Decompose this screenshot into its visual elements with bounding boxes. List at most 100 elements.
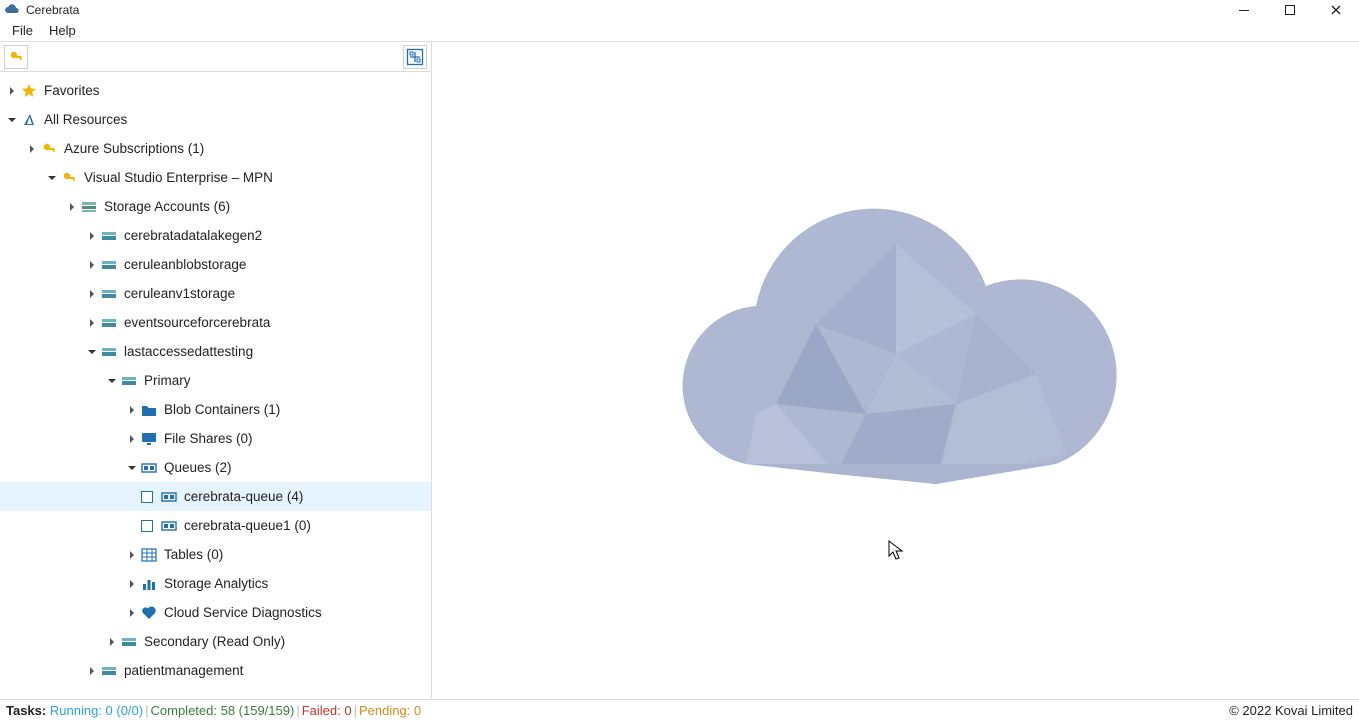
tree-label: Queues (2) bbox=[164, 460, 232, 475]
bar-chart-icon bbox=[140, 575, 158, 593]
caret-down-icon bbox=[86, 348, 98, 356]
caret-right-icon bbox=[6, 87, 18, 95]
maximize-button[interactable] bbox=[1267, 0, 1313, 20]
status-running: Running: 0 (0/0) bbox=[50, 703, 143, 718]
tree: Favorites All Resources Azure Subscripti… bbox=[0, 72, 431, 699]
storage-account-icon bbox=[120, 633, 138, 651]
tree-label: ceruleanv1storage bbox=[124, 286, 235, 301]
tree-item-file-shares[interactable]: File Shares (0) bbox=[0, 424, 431, 453]
caret-down-icon bbox=[106, 377, 118, 385]
checkbox-icon[interactable] bbox=[140, 519, 154, 533]
tree-label: Secondary (Read Only) bbox=[144, 634, 285, 649]
tree-item-cloud-diagnostics[interactable]: Cloud Service Diagnostics bbox=[0, 598, 431, 627]
queue-item-icon bbox=[160, 488, 178, 506]
storage-account-icon bbox=[100, 227, 118, 245]
storage-account-icon bbox=[120, 372, 138, 390]
tree-label: File Shares (0) bbox=[164, 431, 253, 446]
minimize-button[interactable] bbox=[1221, 0, 1267, 20]
tree-item-sa-cerebratadatalakegen2[interactable]: cerebratadatalakegen2 bbox=[0, 221, 431, 250]
tree-label: patientmanagement bbox=[124, 663, 243, 678]
divider: | bbox=[296, 703, 299, 718]
menu-file[interactable]: File bbox=[4, 21, 41, 40]
tree-label: Azure Subscriptions (1) bbox=[64, 141, 204, 156]
tree-item-storage-accounts[interactable]: Storage Accounts (6) bbox=[0, 192, 431, 221]
statusbar: Tasks: Running: 0 (0/0) | Completed: 58 … bbox=[0, 699, 1359, 721]
tree-item-sa-ceruleanblobstorage[interactable]: ceruleanblobstorage bbox=[0, 250, 431, 279]
caret-down-icon bbox=[126, 464, 138, 472]
key-icon bbox=[60, 169, 78, 187]
folder-icon bbox=[140, 401, 158, 419]
tree-label: cerebratadatalakegen2 bbox=[124, 228, 262, 243]
caret-down-icon bbox=[46, 174, 58, 182]
status-completed: Completed: 58 (159/159) bbox=[151, 703, 295, 718]
cursor-icon bbox=[888, 540, 904, 563]
key-button[interactable] bbox=[4, 45, 28, 69]
tree-item-sa-eventsourceforcerebrata[interactable]: eventsourceforcerebrata bbox=[0, 308, 431, 337]
tree-item-sa-lastaccessedattesting[interactable]: lastaccessedattesting bbox=[0, 337, 431, 366]
tree-item-secondary[interactable]: Secondary (Read Only) bbox=[0, 627, 431, 656]
menubar: File Help bbox=[0, 20, 1359, 42]
divider: | bbox=[354, 703, 357, 718]
tree-item-all-resources[interactable]: All Resources bbox=[0, 105, 431, 134]
storage-account-icon bbox=[100, 285, 118, 303]
tree-item-sa-patientmanagement[interactable]: patientmanagement bbox=[0, 656, 431, 685]
tree-label: Cloud Service Diagnostics bbox=[164, 605, 322, 620]
close-button[interactable] bbox=[1313, 0, 1359, 20]
star-icon bbox=[20, 82, 38, 100]
sidebar-toolbar bbox=[0, 42, 431, 72]
caret-right-icon bbox=[86, 290, 98, 298]
storage-account-icon bbox=[100, 662, 118, 680]
tree-item-queue-cerebrata-queue[interactable]: cerebrata-queue (4) bbox=[0, 482, 431, 511]
azure-icon bbox=[20, 111, 38, 129]
caret-down-icon bbox=[6, 116, 18, 124]
tree-item-queues[interactable]: Queues (2) bbox=[0, 453, 431, 482]
caret-right-icon bbox=[86, 667, 98, 675]
tree-label: Storage Accounts (6) bbox=[104, 199, 230, 214]
tree-item-favorites[interactable]: Favorites bbox=[0, 76, 431, 105]
cloud-placeholder-icon bbox=[636, 204, 1156, 537]
copyright: © 2022 Kovai Limited bbox=[1229, 703, 1353, 718]
tree-item-blob-containers[interactable]: Blob Containers (1) bbox=[0, 395, 431, 424]
table-icon bbox=[140, 546, 158, 564]
sidebar: Favorites All Resources Azure Subscripti… bbox=[0, 42, 432, 699]
tree-label: Storage Analytics bbox=[164, 576, 268, 591]
caret-right-icon bbox=[126, 406, 138, 414]
heartbeat-icon bbox=[140, 604, 158, 622]
tree-item-primary[interactable]: Primary bbox=[0, 366, 431, 395]
tree-label: Tables (0) bbox=[164, 547, 223, 562]
titlebar: Cerebrata bbox=[0, 0, 1359, 20]
tree-label: Blob Containers (1) bbox=[164, 402, 280, 417]
caret-right-icon bbox=[86, 261, 98, 269]
caret-right-icon bbox=[126, 551, 138, 559]
caret-right-icon bbox=[126, 580, 138, 588]
tree-label: Visual Studio Enterprise – MPN bbox=[84, 170, 273, 185]
tree-label: eventsourceforcerebrata bbox=[124, 315, 270, 330]
menu-help[interactable]: Help bbox=[41, 21, 84, 40]
main-panel bbox=[432, 42, 1359, 699]
tree-item-azure-subscriptions[interactable]: Azure Subscriptions (1) bbox=[0, 134, 431, 163]
status-tasks-label: Tasks: bbox=[6, 703, 46, 718]
divider: | bbox=[145, 703, 148, 718]
status-failed: Failed: 0 bbox=[302, 703, 352, 718]
caret-right-icon bbox=[106, 638, 118, 646]
monitor-icon bbox=[140, 430, 158, 448]
tree-label: ceruleanblobstorage bbox=[124, 257, 246, 272]
caret-right-icon bbox=[26, 145, 38, 153]
tree-label: lastaccessedattesting bbox=[124, 344, 253, 359]
status-pending: Pending: 0 bbox=[359, 703, 421, 718]
storage-account-icon bbox=[100, 343, 118, 361]
caret-right-icon bbox=[86, 319, 98, 327]
tree-item-queue-cerebrata-queue1[interactable]: cerebrata-queue1 (0) bbox=[0, 511, 431, 540]
tree-label: cerebrata-queue1 (0) bbox=[184, 518, 311, 533]
tree-item-tables[interactable]: Tables (0) bbox=[0, 540, 431, 569]
storage-stack-icon bbox=[80, 198, 98, 216]
storage-account-icon bbox=[100, 314, 118, 332]
tree-item-vs-enterprise[interactable]: Visual Studio Enterprise – MPN bbox=[0, 163, 431, 192]
queue-icon bbox=[140, 459, 158, 477]
tree-item-sa-ceruleanv1storage[interactable]: ceruleanv1storage bbox=[0, 279, 431, 308]
focus-button[interactable] bbox=[403, 45, 427, 69]
checkbox-icon[interactable] bbox=[140, 490, 154, 504]
tree-label: Favorites bbox=[44, 83, 100, 98]
caret-right-icon bbox=[126, 609, 138, 617]
tree-item-storage-analytics[interactable]: Storage Analytics bbox=[0, 569, 431, 598]
